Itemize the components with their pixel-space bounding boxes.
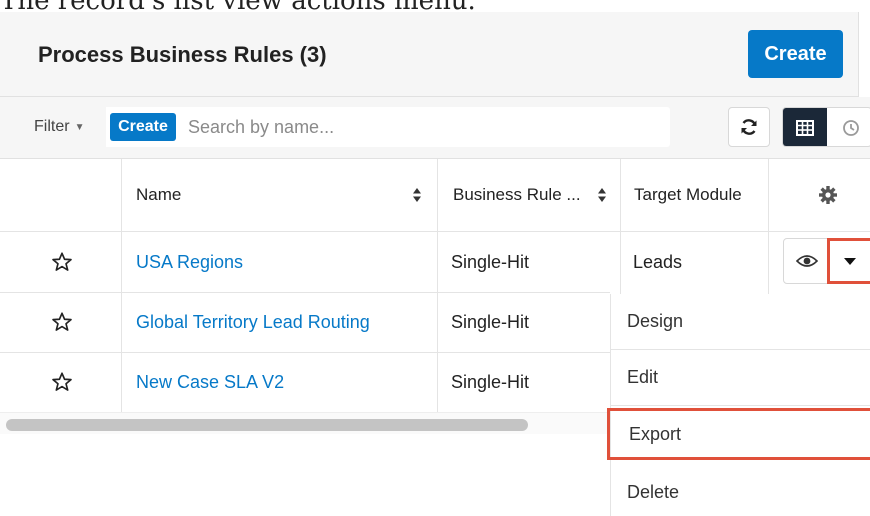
row-actions [783,238,870,284]
sort-icon [598,188,606,202]
favorite-star-icon[interactable] [51,371,73,393]
menu-item-design[interactable]: Design [611,294,870,350]
column-header-label: Target Module [634,185,742,204]
header-edge [858,12,870,97]
column-settings[interactable] [818,159,842,231]
activity-view-button[interactable] [829,108,870,146]
refresh-button[interactable] [728,107,770,147]
scrollbar-thumb[interactable] [6,419,528,431]
preview-button[interactable] [783,238,831,284]
sort-icon [413,188,421,202]
column-header-label: Name [136,185,182,204]
create-button[interactable]: Create [748,30,843,78]
caret-down-icon: ▼ [74,121,85,133]
column-header-business-rule[interactable]: Business Rule ... [453,159,616,231]
page-title: Process Business Rules (3) [38,42,327,67]
filter-create-button[interactable]: Create [110,113,176,141]
row-name-link[interactable]: New Case SLA V2 [136,352,284,412]
column-divider [121,159,122,412]
refresh-icon [741,119,757,135]
preview-eye-icon [796,255,818,267]
column-divider [768,159,769,294]
favorite-star-icon[interactable] [51,251,73,273]
row-business-rule-type: Single-Hit [451,251,530,272]
filter-bar: Filter ▼ Create [0,97,870,159]
activity-clock-icon [843,120,859,136]
menu-item-edit[interactable]: Edit [611,350,870,406]
table-view-icon [796,120,814,136]
row-target-module: Leads [633,251,683,272]
menu-item-delete[interactable]: Delete [611,464,870,516]
row-name-link[interactable]: USA Regions [136,232,243,292]
column-divider [437,159,438,412]
row-actions-dropdown-button[interactable] [827,238,870,284]
column-header-name[interactable]: Name [136,159,432,231]
filter-dropdown[interactable]: Filter ▼ [22,107,106,147]
row-actions-menu: Design Edit Export Delete [607,294,870,516]
filter-label: Filter [34,118,70,135]
column-header-label: Business Rule ... [453,185,581,204]
view-toggle-group [782,107,870,147]
favorite-star-icon[interactable] [51,311,73,333]
table-view-button[interactable] [783,108,827,146]
row-name-link[interactable]: Global Territory Lead Routing [136,292,370,352]
horizontal-scrollbar[interactable] [0,412,610,434]
column-header-target-module[interactable]: Target Module [634,159,764,231]
filter-box: Filter ▼ Create [22,107,670,147]
caret-down-icon [844,257,856,265]
row-business-rule-type: Single-Hit [451,371,530,392]
row-divider [0,231,870,232]
settings-gear-icon [819,186,837,204]
menu-item-export[interactable]: Export [607,408,870,460]
search-input[interactable] [188,107,658,147]
row-business-rule-type: Single-Hit [451,311,530,332]
column-divider [620,159,621,294]
